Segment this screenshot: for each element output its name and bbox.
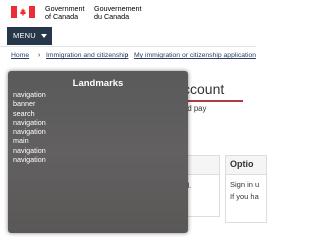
landmark-item-navigation[interactable]: navigation [13, 118, 46, 127]
canada-flag-icon[interactable] [11, 6, 35, 18]
header-divider [0, 46, 256, 47]
landmark-item-search[interactable]: search [13, 109, 46, 118]
option-panel-left-heading [183, 156, 219, 175]
breadcrumb-home-link[interactable]: Home [11, 52, 29, 59]
option-text-line1: Sign in u [230, 180, 260, 189]
gov-en-line2: of Canada [45, 12, 79, 21]
option-text-line2: If you ha [230, 192, 259, 201]
option-panel-right-title: Optio [230, 159, 254, 169]
menu-button[interactable]: MENU [7, 27, 52, 45]
breadcrumb-my-application-link[interactable]: My immigration or citizenship applicatio… [134, 52, 256, 59]
landmark-item-navigation[interactable]: navigation [13, 90, 46, 99]
landmark-item-banner[interactable]: banner [13, 99, 46, 108]
option-panel-left: d. [183, 155, 220, 217]
breadcrumb-separator-icon: › [38, 52, 41, 59]
breadcrumb: Home › Immigration and citizenship › My … [0, 52, 256, 64]
title-underline [183, 100, 243, 102]
government-of-canada-wordmark-fr[interactable]: Gouvernement du Canada [94, 5, 144, 21]
breadcrumb-immigration-link[interactable]: Immigration and citizenship [46, 52, 128, 59]
option-panel-right-text: Sign in u If you ha [230, 179, 290, 203]
option-panel-right-heading: Optio [226, 156, 266, 175]
landmarks-list: navigation banner search navigation navi… [13, 90, 46, 164]
landmark-item-navigation[interactable]: navigation [13, 146, 46, 155]
menu-bar: MENU [0, 26, 256, 46]
landmark-item-main[interactable]: main [13, 136, 46, 145]
chevron-down-icon [41, 34, 47, 38]
option-panel-right: Optio Sign in u If you ha [225, 155, 267, 223]
site-header: Government of Canada Gouvernement du Can… [0, 0, 256, 26]
landmarks-dialog-title: Landmarks [72, 78, 124, 89]
page-title: ccount [183, 81, 225, 97]
gov-fr-line2: du Canada [94, 12, 130, 21]
breadcrumb-separator-icon: › [126, 52, 129, 59]
government-of-canada-wordmark-en[interactable]: Government of Canada [45, 5, 89, 21]
menu-button-label: MENU [13, 31, 36, 40]
landmark-item-navigation[interactable]: navigation [13, 127, 46, 136]
landmarks-dialog: Landmarks navigation banner search navig… [8, 71, 188, 233]
landmark-item-navigation[interactable]: navigation [13, 155, 46, 164]
lead-text: nd pay [183, 104, 207, 113]
